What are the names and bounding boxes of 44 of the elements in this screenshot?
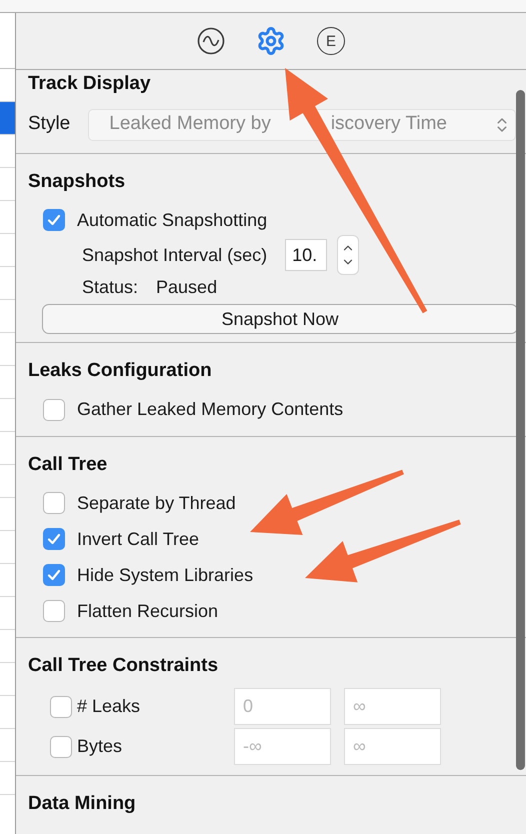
checkbox-label: Separate by Thread <box>77 492 236 515</box>
status-value: Paused <box>156 276 218 298</box>
checkbox[interactable] <box>43 564 65 586</box>
checkbox[interactable] <box>50 696 72 718</box>
wave-icon <box>197 27 225 55</box>
scrollbar[interactable] <box>516 90 525 770</box>
range-field[interactable]: ∞ <box>344 728 441 765</box>
stepper-control[interactable] <box>337 235 360 275</box>
interval-label: Snapshot Interval (sec) <box>82 244 268 267</box>
checkbox[interactable] <box>50 736 72 758</box>
checkbox-label: Invert Call Tree <box>77 528 200 550</box>
inspector-tab[interactable]: E <box>311 21 351 61</box>
range-field[interactable]: ∞ <box>344 688 441 725</box>
style-label: Style <box>28 112 70 136</box>
list-row[interactable] <box>0 102 15 135</box>
range-field[interactable]: -∞ <box>234 728 331 765</box>
checkbox-label: Hide System Libraries <box>77 564 254 587</box>
snapshot-now-button[interactable]: Snapshot Now <box>42 304 518 334</box>
checkbox[interactable] <box>43 600 65 622</box>
section-title: Leaks Configuration <box>28 360 212 381</box>
constraint-label: Bytes <box>77 735 124 758</box>
status-label: Status: <box>82 276 138 298</box>
checkmark-icon <box>47 213 61 227</box>
checkbox[interactable] <box>43 528 65 550</box>
interval-field[interactable]: 10. <box>285 239 328 271</box>
letter-icon: E <box>317 27 345 55</box>
settings-icon <box>256 26 286 56</box>
section-title: Call Tree <box>28 454 108 474</box>
section-title: Snapshots <box>28 170 126 192</box>
section-title: Data Mining <box>28 792 136 814</box>
style-value: Leaked Memory by <box>109 112 271 136</box>
checkbox-label: Gather Leaked Memory Contents <box>77 398 344 421</box>
checkbox[interactable] <box>43 398 65 420</box>
section-title: Call Tree Constraints <box>28 655 218 676</box>
checkbox-label: Automatic Snapshotting <box>77 208 268 232</box>
checkbox-label: Flatten Recursion <box>77 600 218 622</box>
style-value: iscovery Time <box>330 112 447 136</box>
section-title: Track Display <box>28 73 151 94</box>
checkmark-icon <box>47 568 61 582</box>
checkbox[interactable] <box>43 492 65 514</box>
checkmark-icon <box>47 532 61 546</box>
checkbox[interactable] <box>43 209 65 231</box>
constraint-label: # Leaks <box>77 695 142 718</box>
range-field[interactable]: 0 <box>234 688 331 725</box>
